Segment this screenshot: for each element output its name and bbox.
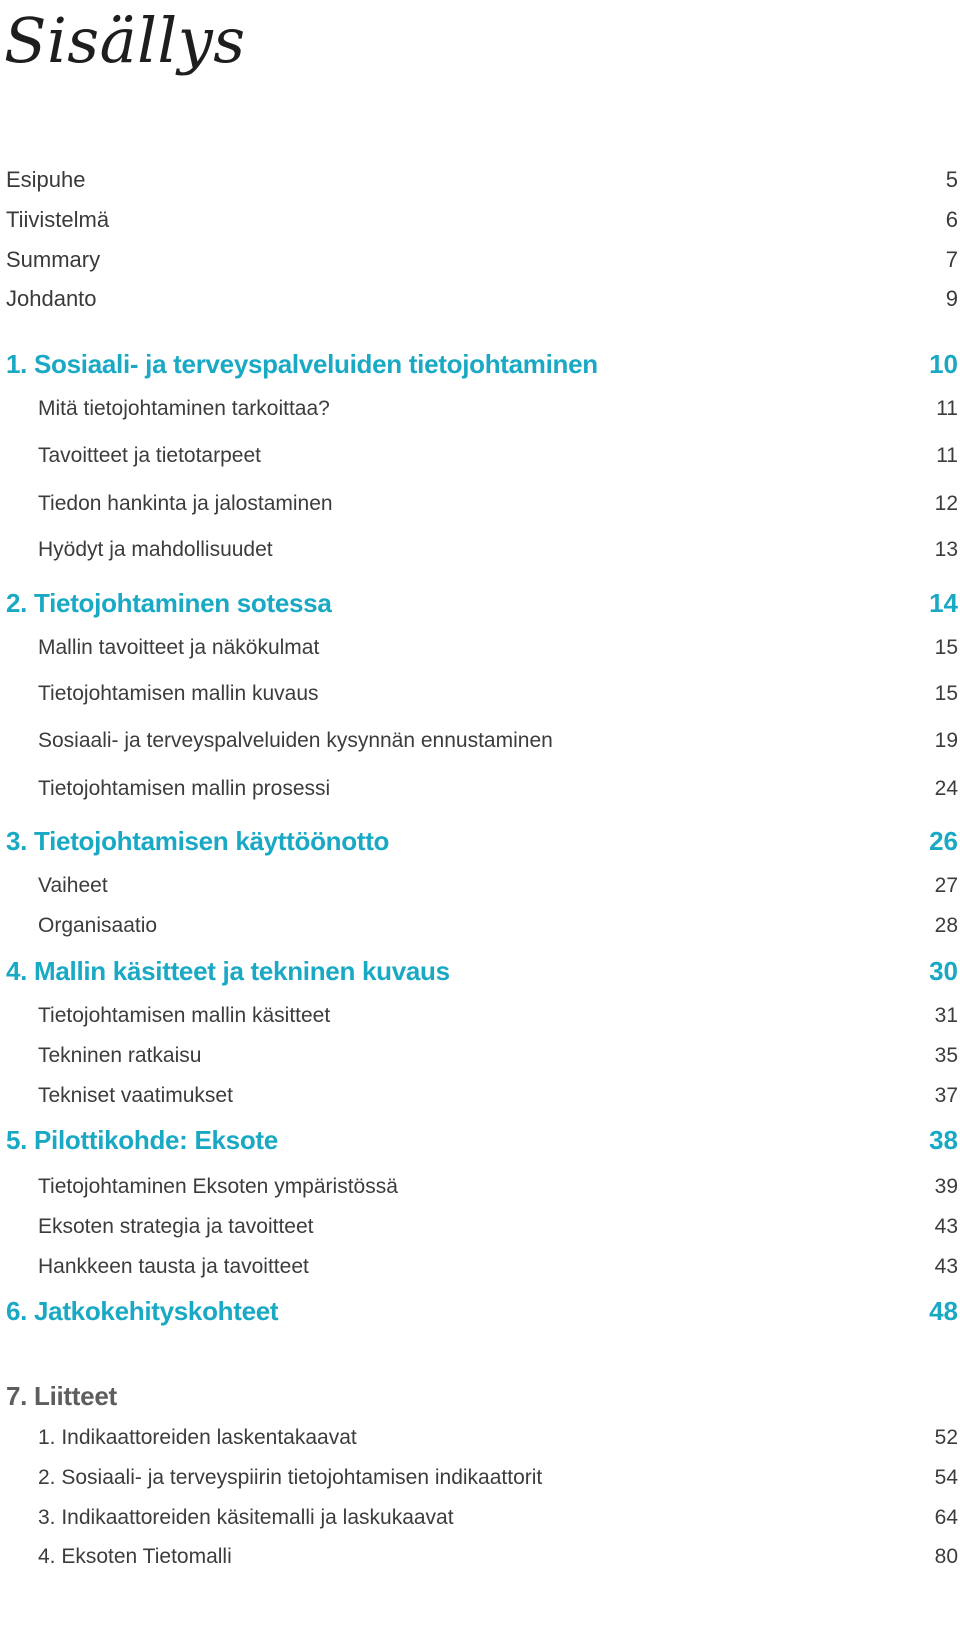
toc-entry-label: Tekniset vaatimukset xyxy=(38,1084,233,1107)
toc-subentry[interactable]: Tekninen ratkaisu 35 xyxy=(0,1041,960,1071)
section-title: 6. Jatkokehityskohteet xyxy=(6,1296,279,1326)
section-title: 4. Mallin käsitteet ja tekninen kuvaus xyxy=(6,956,450,986)
toc-entry-page: 39 xyxy=(934,1175,958,1198)
toc-subentry[interactable]: Eksoten strategia ja tavoitteet 43 xyxy=(0,1212,960,1242)
section-page: 10 xyxy=(929,349,958,379)
toc-entry-label: 4. Eksoten Tietomalli xyxy=(38,1545,232,1568)
section-page: 14 xyxy=(929,588,958,618)
toc-entry-label: Tekninen ratkaisu xyxy=(38,1044,202,1067)
toc-section-heading[interactable]: 4. Mallin käsitteet ja tekninen kuvaus 3… xyxy=(0,956,960,986)
toc-entry-page: 5 xyxy=(945,167,958,192)
section-page: 38 xyxy=(929,1125,958,1155)
toc-entry-page: 19 xyxy=(934,729,958,752)
toc-subentry[interactable]: Sosiaali- ja terveyspalveluiden kysynnän… xyxy=(0,726,960,756)
toc-entry-label: Sosiaali- ja terveyspalveluiden kysynnän… xyxy=(38,729,553,752)
toc-entry-label: Tietojohtamisen mallin prosessi xyxy=(38,777,331,800)
toc-subentry[interactable]: Tavoitteet ja tietotarpeet 11 xyxy=(0,441,960,471)
toc-subentry[interactable]: Tietojohtamisen mallin käsitteet 31 xyxy=(0,1001,960,1031)
toc-subentry[interactable]: Hankkeen tausta ja tavoitteet 43 xyxy=(0,1252,960,1282)
toc-subentry[interactable]: Tietojohtamisen mallin prosessi 24 xyxy=(0,774,960,804)
toc-section-heading[interactable]: 1. Sosiaali- ja terveyspalveluiden tieto… xyxy=(0,349,960,379)
toc-entry-page: 11 xyxy=(936,397,958,420)
toc-entry-label: Tavoitteet ja tietotarpeet xyxy=(38,444,261,467)
toc-entry-page: 27 xyxy=(934,874,958,897)
toc-entry-page: 54 xyxy=(934,1466,958,1489)
toc-section-heading[interactable]: 7. Liitteet xyxy=(0,1381,960,1411)
section-title: 1. Sosiaali- ja terveyspalveluiden tieto… xyxy=(6,349,598,379)
toc-entry-label: Organisaatio xyxy=(38,914,158,937)
section-page: 30 xyxy=(929,956,958,986)
toc-subentry[interactable]: Hyödyt ja mahdollisuudet 13 xyxy=(0,535,960,565)
toc-entry-front[interactable]: Summary 7 xyxy=(0,245,960,275)
toc-entry-page: 13 xyxy=(934,538,958,561)
toc-subentry[interactable]: Vaiheet 27 xyxy=(0,871,960,901)
toc-section-heading[interactable]: 5. Pilottikohde: Eksote 38 xyxy=(0,1125,960,1155)
toc-entry-page: 6 xyxy=(945,207,958,232)
toc-entry-label: Tietojohtamisen mallin kuvaus xyxy=(38,682,319,705)
toc-entry-label: Tiedon hankinta ja jalostaminen xyxy=(38,492,333,515)
toc-entry-label: Tietojohtaminen Eksoten ympäristössä xyxy=(38,1175,398,1198)
toc-entry-label: Esipuhe xyxy=(6,167,86,192)
toc-section-heading[interactable]: 6. Jatkokehityskohteet 48 xyxy=(0,1296,960,1326)
toc-entry-page: 15 xyxy=(934,682,958,705)
toc-entry-label: Tietojohtamisen mallin käsitteet xyxy=(38,1004,331,1027)
toc-entry-label: Hyödyt ja mahdollisuudet xyxy=(38,538,273,561)
toc-entry-label: Tiivistelmä xyxy=(6,207,110,232)
toc-entry-front[interactable]: Johdanto 9 xyxy=(0,284,960,314)
toc-entry-page: 12 xyxy=(934,492,958,515)
toc-entry-front[interactable]: Esipuhe 5 xyxy=(0,165,960,195)
toc-entry-page: 9 xyxy=(945,286,958,311)
toc-entry-page: 28 xyxy=(934,914,958,937)
toc-entry-page: 43 xyxy=(934,1215,958,1238)
toc-subentry[interactable]: 3. Indikaattoreiden käsitemalli ja lasku… xyxy=(0,1503,960,1533)
toc-entry-front[interactable]: Tiivistelmä 6 xyxy=(0,205,960,235)
toc-entry-page: 24 xyxy=(934,777,958,800)
toc-entry-page: 52 xyxy=(934,1426,958,1449)
toc-entry-label: Summary xyxy=(6,247,101,272)
toc-subentry[interactable]: Mallin tavoitteet ja näkökulmat 15 xyxy=(0,633,960,663)
toc-entry-label: 2. Sosiaali- ja terveyspiirin tietojohta… xyxy=(38,1466,543,1489)
toc-entry-label: Hankkeen tausta ja tavoitteet xyxy=(38,1255,309,1278)
toc-subentry[interactable]: 2. Sosiaali- ja terveyspiirin tietojohta… xyxy=(0,1463,960,1493)
section-title: 3. Tietojohtamisen käyttöönotto xyxy=(6,826,390,856)
section-title: 7. Liitteet xyxy=(6,1381,117,1411)
toc-subentry[interactable]: Tiedon hankinta ja jalostaminen 12 xyxy=(0,489,960,519)
toc-entry-page: 15 xyxy=(934,636,958,659)
toc-entry-label: Mitä tietojohtaminen tarkoittaa? xyxy=(38,397,330,420)
section-title: 5. Pilottikohde: Eksote xyxy=(6,1125,278,1155)
toc-entry-page: 80 xyxy=(934,1545,958,1568)
toc-subentry[interactable]: Organisaatio 28 xyxy=(0,911,960,941)
section-title: 2. Tietojohtaminen sotessa xyxy=(6,588,332,618)
toc-section-heading[interactable]: 2. Tietojohtaminen sotessa 14 xyxy=(0,588,960,618)
toc-subentry[interactable]: 1. Indikaattoreiden laskentakaavat 52 xyxy=(0,1423,960,1453)
toc-entry-page: 64 xyxy=(934,1506,958,1529)
toc-subentry[interactable]: Tietojohtaminen Eksoten ympäristössä 39 xyxy=(0,1172,960,1202)
toc-section-heading[interactable]: 3. Tietojohtamisen käyttöönotto 26 xyxy=(0,826,960,856)
toc-entry-label: Eksoten strategia ja tavoitteet xyxy=(38,1215,314,1238)
toc-entry-page: 11 xyxy=(936,444,958,467)
toc-entry-label: 3. Indikaattoreiden käsitemalli ja lasku… xyxy=(38,1506,454,1529)
toc-entry-page: 31 xyxy=(934,1004,958,1027)
toc-entry-label: 1. Indikaattoreiden laskentakaavat xyxy=(38,1426,357,1449)
section-page: 48 xyxy=(929,1296,958,1326)
toc-subentry[interactable]: Tekniset vaatimukset 37 xyxy=(0,1081,960,1111)
toc-entry-label: Vaiheet xyxy=(38,874,108,897)
page-title: Sisällys xyxy=(4,4,246,77)
toc-entry-label: Johdanto xyxy=(6,286,97,311)
toc-entry-label: Mallin tavoitteet ja näkökulmat xyxy=(38,636,320,659)
toc-subentry[interactable]: 4. Eksoten Tietomalli 80 xyxy=(0,1542,960,1572)
toc-entry-page: 7 xyxy=(945,247,958,272)
toc-entry-page: 37 xyxy=(934,1084,958,1107)
toc-entry-page: 43 xyxy=(934,1255,958,1278)
toc-subentry[interactable]: Mitä tietojohtaminen tarkoittaa? 11 xyxy=(0,394,960,424)
section-page: 26 xyxy=(929,826,958,856)
toc-entry-page: 35 xyxy=(934,1044,958,1067)
toc-subentry[interactable]: Tietojohtamisen mallin kuvaus 15 xyxy=(0,679,960,709)
